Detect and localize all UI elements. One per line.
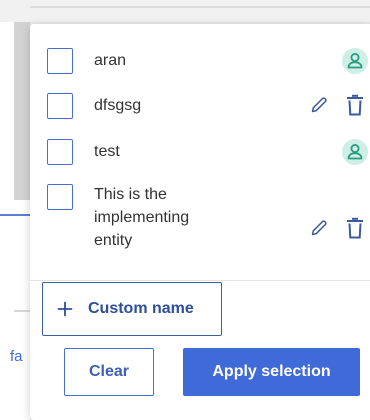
clear-button[interactable]: Clear — [64, 348, 154, 396]
trash-icon[interactable] — [346, 94, 364, 121]
item-label: dfsgsg — [94, 97, 142, 114]
user-icon[interactable] — [341, 47, 369, 80]
list-item[interactable]: test — [30, 138, 370, 168]
custom-name-label: Custom name — [88, 300, 194, 317]
user-icon[interactable] — [341, 138, 369, 171]
background-header — [0, 0, 370, 22]
list-item[interactable]: aran — [30, 46, 370, 76]
item-label-line: This is the — [94, 186, 167, 203]
background-column — [14, 22, 30, 200]
item-label-line: entity — [94, 232, 133, 249]
pencil-icon[interactable] — [310, 219, 328, 242]
apply-selection-button[interactable]: Apply selection — [183, 348, 360, 396]
custom-name-button[interactable]: Custom name — [42, 282, 222, 336]
item-checkbox[interactable] — [47, 93, 73, 119]
list-item[interactable]: dfsgsg — [30, 92, 370, 122]
item-checkbox[interactable] — [47, 184, 73, 210]
item-label: aran — [94, 52, 127, 69]
item-label: test — [94, 143, 120, 160]
item-checkbox[interactable] — [47, 139, 73, 165]
trash-icon[interactable] — [346, 217, 364, 244]
background-divider-2 — [14, 310, 30, 312]
background-partial-text: fa — [10, 348, 23, 365]
item-label-line: implementing — [94, 209, 190, 226]
pencil-icon[interactable] — [310, 96, 328, 119]
selection-dropdown: aran dfsgsg test This is the implementin… — [30, 24, 370, 420]
item-label: This is the implementing entity — [94, 184, 189, 252]
list-item[interactable]: This is the implementing entity — [30, 180, 370, 268]
plus-icon — [56, 300, 74, 318]
list-divider — [30, 280, 370, 281]
item-checkbox[interactable] — [47, 48, 73, 74]
background-divider — [30, 6, 370, 8]
